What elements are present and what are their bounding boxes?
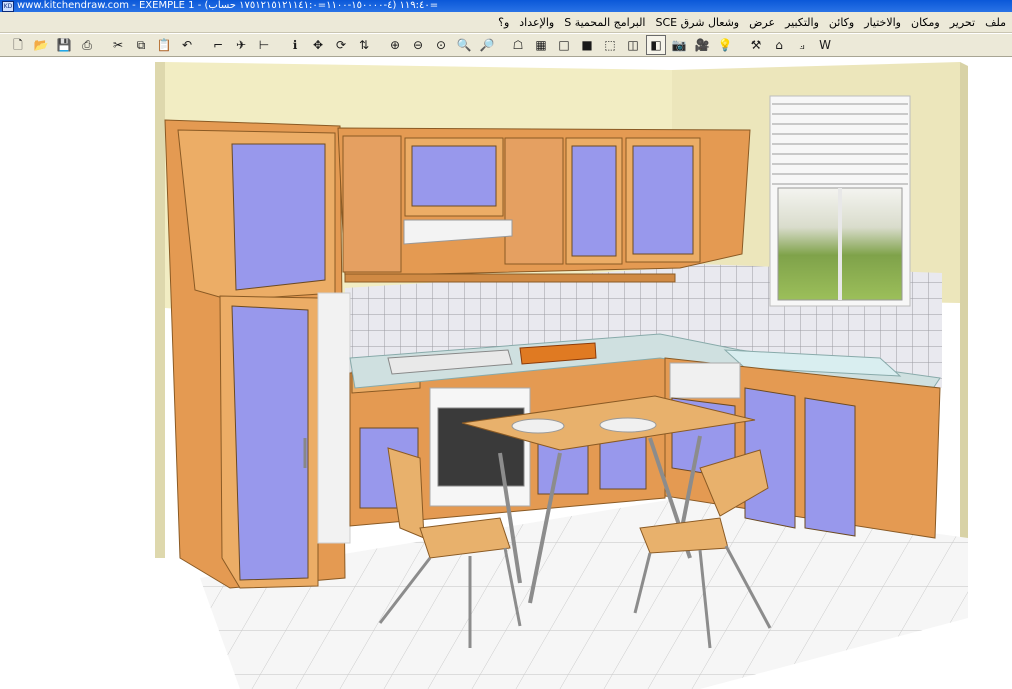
paste-icon[interactable]: 📋 (154, 35, 174, 55)
kitchen-render (155, 62, 968, 689)
flip-icon[interactable]: ⇅ (354, 35, 374, 55)
title-bar: KD www.kitchendraw.com - EXEMPLE 1 - (١١٩… (0, 0, 1012, 12)
dimension-icon[interactable]: ⊢ (254, 35, 274, 55)
menu-programs[interactable]: البرامج المحمية S (564, 16, 645, 29)
zoom-in-icon[interactable]: ⊕ (385, 35, 405, 55)
path-icon[interactable]: ⟓ (792, 35, 812, 55)
toolbar-separator (377, 36, 385, 54)
window (769, 95, 911, 307)
3d-view-canvas[interactable] (0, 58, 1012, 689)
zoom-previous-icon[interactable]: 🔎 (477, 35, 497, 55)
toolbar-separator (277, 36, 285, 54)
rotate-icon[interactable]: ⟳ (331, 35, 351, 55)
info-icon[interactable]: ℹ (285, 35, 305, 55)
cut-icon[interactable]: ✂ (108, 35, 128, 55)
photo-icon[interactable]: 🎥 (692, 35, 712, 55)
stairs-icon[interactable]: ⌐ (208, 35, 228, 55)
save-icon[interactable]: 💾 (54, 35, 74, 55)
app-icon: KD (2, 1, 14, 12)
toolbar-separator (200, 36, 208, 54)
box-view-icon[interactable]: ⬚ (600, 35, 620, 55)
camera-icon[interactable]: 📷 (669, 35, 689, 55)
undo-icon[interactable]: ↶ (177, 35, 197, 55)
move-icon[interactable]: ✥ (308, 35, 328, 55)
print-icon[interactable]: ⎙ (77, 35, 97, 55)
wall-cabinets (337, 127, 751, 283)
copy-icon[interactable]: ⧉ (131, 35, 151, 55)
menu-edit[interactable]: تحرير (950, 16, 975, 29)
menu-place[interactable]: ومكان (911, 16, 940, 29)
tools-icon[interactable]: ⚒ (746, 35, 766, 55)
zoom-window-icon[interactable]: 🔍 (454, 35, 474, 55)
toolbar-separator (500, 36, 508, 54)
zoom-fit-icon[interactable]: ⊙ (431, 35, 451, 55)
word-export-icon[interactable]: W (815, 35, 835, 55)
toolbar-separator (738, 36, 746, 54)
menu-bar: ملف تحرير ومكان والاختيار وكائن والتكبير… (0, 12, 1012, 33)
light-icon[interactable]: 💡 (715, 35, 735, 55)
place-object-icon[interactable]: ✈ (231, 35, 251, 55)
menu-sce[interactable]: وشعال شرق SCE (656, 16, 740, 29)
tall-cabinet (164, 119, 351, 589)
menu-settings[interactable]: والإعداد (519, 16, 554, 29)
new-document-icon[interactable]: 🗋 (8, 35, 28, 55)
solid-view-icon[interactable]: ◫ (623, 35, 643, 55)
main-toolbar: 🗋 📂 💾 ⎙ ✂ ⧉ 📋 ↶ ⌐ ✈ ⊢ ℹ ✥ ⟳ ⇅ ⊕ ⊖ ⊙ 🔍 🔎 ☖ ▦ □ ■ ⬚ ◫ ◧ 📷 🎥 💡 ⚒ ⌂ ⟓ W (0, 34, 1012, 57)
menu-file[interactable]: ملف (985, 16, 1006, 29)
plan-view-icon[interactable]: ▦ (531, 35, 551, 55)
open-folder-icon[interactable]: 📂 (31, 35, 51, 55)
window-title: www.kitchendraw.com - EXEMPLE 1 - (١١٩:٤… (17, 0, 439, 11)
menu-help[interactable]: و؟ (498, 16, 509, 29)
walls-icon[interactable]: ⌂ (769, 35, 789, 55)
wireframe-view-icon[interactable]: □ (554, 35, 574, 55)
menu-selection[interactable]: والاختيار (864, 16, 901, 29)
zoom-out-icon[interactable]: ⊖ (408, 35, 428, 55)
realistic-view-icon[interactable]: ◧ (646, 35, 666, 55)
render-icon[interactable]: ☖ (508, 35, 528, 55)
menu-view[interactable]: عرض (749, 16, 775, 29)
toolbar-separator (100, 36, 108, 54)
menu-zoom[interactable]: والتكبير (785, 16, 819, 29)
color-view-icon[interactable]: ■ (577, 35, 597, 55)
menu-object[interactable]: وكائن (829, 16, 854, 29)
